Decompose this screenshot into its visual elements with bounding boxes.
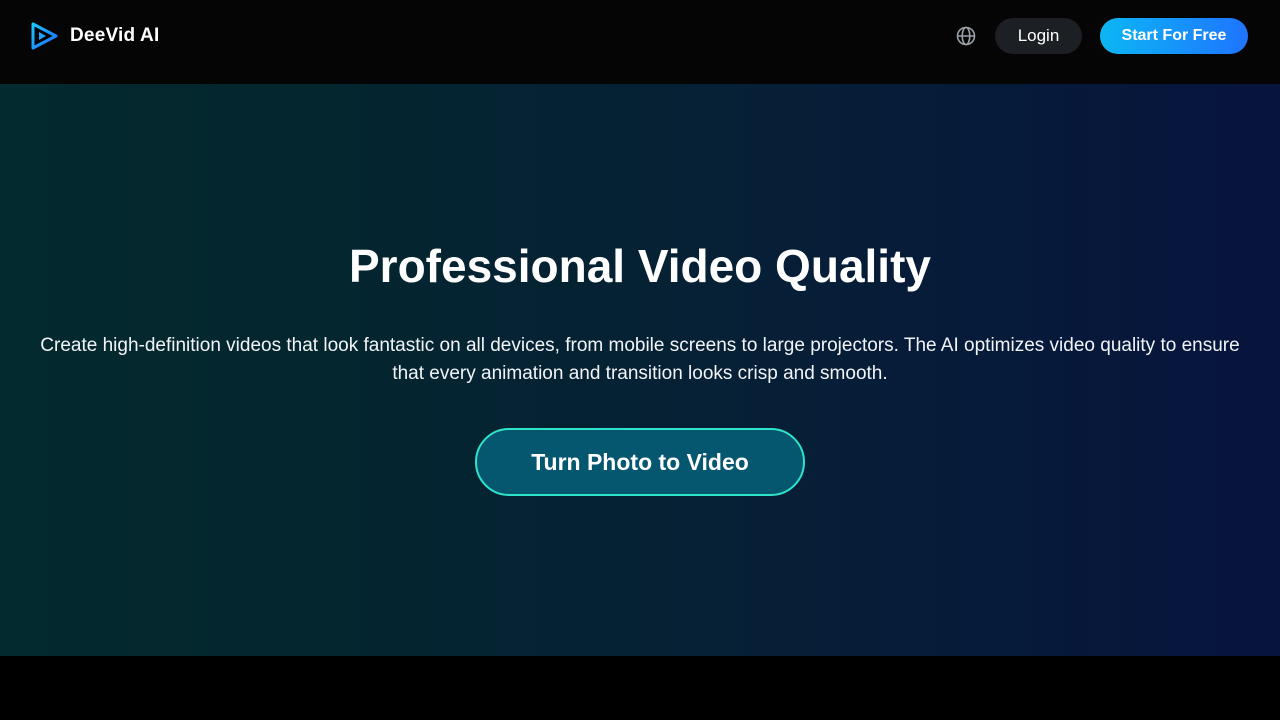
brand-name: DeeVid AI: [70, 25, 160, 46]
hero-title: Professional Video Quality: [349, 240, 931, 292]
start-for-free-button[interactable]: Start For Free: [1100, 18, 1248, 54]
brand[interactable]: DeeVid AI: [30, 20, 159, 52]
hero-description: Create high-definition videos that look …: [40, 335, 1240, 384]
page: DeeVid AI Login Start For Free Professio…: [0, 0, 1280, 720]
login-button[interactable]: Login: [995, 18, 1082, 54]
play-triangle-logo-icon: [31, 22, 58, 50]
hero-section: Professional Video Quality Create high-d…: [0, 84, 1280, 656]
top-nav: DeeVid AI Login Start For Free: [0, 0, 1280, 84]
turn-photo-to-video-button[interactable]: Turn Photo to Video: [475, 428, 805, 496]
page-bottom-strip: [0, 656, 1280, 720]
globe-icon[interactable]: [955, 25, 977, 47]
